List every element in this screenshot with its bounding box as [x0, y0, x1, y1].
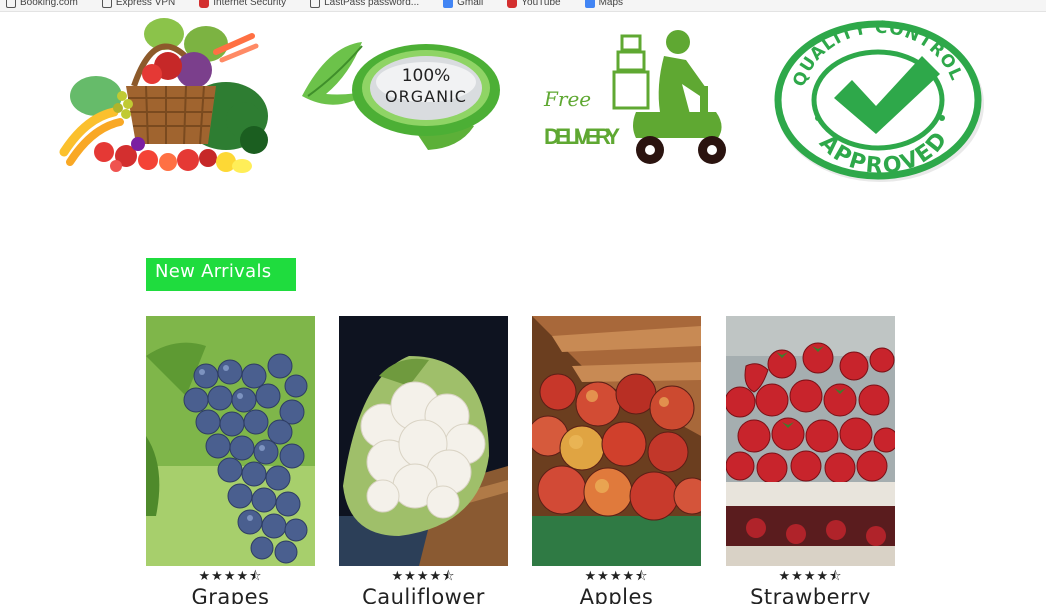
product-name[interactable]: Cauliflower: [339, 585, 508, 604]
delivery-free-text: Free: [543, 87, 591, 111]
bookmark-lastpass[interactable]: LastPass password...: [310, 0, 419, 8]
product-card[interactable]: ★★★★⯪ Strawberry: [726, 316, 895, 604]
page-icon: [6, 0, 16, 8]
bookmark-label: Express VPN: [115, 0, 176, 8]
product-name[interactable]: Grapes: [146, 585, 315, 604]
bookmark-label: YouTube: [521, 0, 561, 8]
bookmarks-bar: Booking.com Express VPN Internet Securit…: [0, 0, 1046, 12]
product-image[interactable]: [339, 316, 508, 566]
bookmark-label: Booking.com: [20, 0, 78, 8]
bookmark-gmail[interactable]: Gmail: [443, 0, 483, 8]
organic-label-text: ORGANIC: [385, 87, 467, 106]
organic-badge: 100% ORGANIC: [298, 36, 506, 154]
product-image[interactable]: [532, 316, 701, 566]
bookmark-label: Internet Security: [213, 0, 287, 8]
bookmark-label: LastPass password...: [324, 0, 420, 8]
maps-icon: [584, 0, 595, 8]
bookmark-booking[interactable]: Booking.com: [6, 0, 78, 8]
bookmark-youtube[interactable]: YouTube: [507, 0, 561, 8]
youtube-icon: [507, 0, 518, 8]
half-star-icon: ⯪: [829, 568, 843, 583]
quality-approved-seal: QUALITY CONTROL APPROVED: [772, 16, 986, 184]
bookmark-internet-security[interactable]: Internet Security: [199, 0, 286, 8]
half-star-icon: ⯪: [635, 568, 649, 583]
google-icon: [443, 0, 454, 8]
product-card[interactable]: ★★★★⯪ Grapes: [146, 316, 315, 604]
organic-percent-text: 100%: [402, 66, 451, 86]
delivery-label-text: DELIVERY: [544, 124, 620, 149]
product-name[interactable]: Strawberry: [726, 585, 895, 604]
vegetable-basket-image: [56, 16, 272, 178]
bookmark-expressvpn[interactable]: Express VPN: [101, 0, 176, 8]
product-card[interactable]: ★★★★⯪ Apples: [532, 316, 701, 604]
product-image[interactable]: [146, 316, 315, 566]
half-star-icon: ⯪: [249, 568, 263, 583]
rating-stars: ★★★★⯪: [391, 568, 456, 583]
free-delivery-icon: Free DELIVERY: [540, 26, 730, 170]
rating-stars: ★★★★⯪: [198, 568, 263, 583]
shield-icon: [199, 0, 210, 8]
product-image[interactable]: [726, 316, 895, 566]
rating-stars: ★★★★⯪: [584, 568, 649, 583]
rating-stars: ★★★★⯪: [778, 568, 843, 583]
product-name[interactable]: Apples: [532, 585, 701, 604]
half-star-icon: ⯪: [442, 568, 456, 583]
bookmark-maps[interactable]: Maps: [584, 0, 624, 8]
bookmark-label: Maps: [598, 0, 624, 8]
bookmark-label: Gmail: [457, 0, 484, 8]
page-icon: [310, 0, 321, 8]
new-arrivals-heading: New Arrivals: [146, 258, 296, 291]
page-icon: [101, 0, 112, 8]
product-card[interactable]: ★★★★⯪ Cauliflower: [339, 316, 508, 604]
